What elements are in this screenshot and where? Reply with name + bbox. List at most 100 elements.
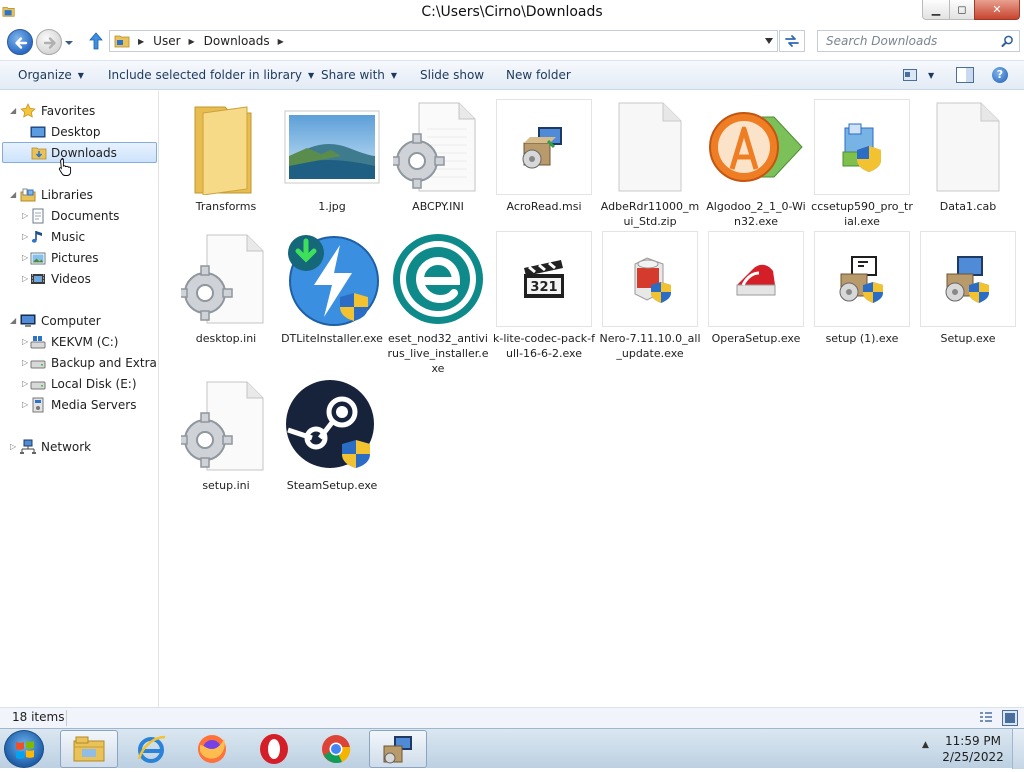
file-item[interactable]: Setup.exe: [916, 227, 1020, 367]
collapse-arrow-icon[interactable]: ◢: [10, 106, 16, 115]
organize-menu[interactable]: Organize ▼: [18, 68, 84, 82]
file-item[interactable]: Nero-7.11.10.0_all_update.exe: [598, 227, 702, 367]
taskbar-opera[interactable]: [245, 730, 303, 768]
navigation-pane: ◢ Favorites Desktop Downloads ◢ Librarie…: [0, 91, 159, 707]
breadcrumb-separator-icon[interactable]: ▶: [189, 37, 195, 46]
sidebar-item-documents[interactable]: ▷ Documents: [0, 205, 158, 226]
file-item[interactable]: OperaSetup.exe: [704, 227, 808, 367]
clock[interactable]: 11:59 PM 2/25/2022: [940, 733, 1006, 765]
help-button[interactable]: ?: [992, 67, 1008, 83]
sidebar-item-local-disk-e[interactable]: ▷ Local Disk (E:): [0, 373, 158, 394]
slide-show-button[interactable]: Slide show: [420, 68, 484, 82]
expand-arrow-icon[interactable]: ▷: [22, 232, 28, 241]
minimize-button[interactable]: ▁: [922, 0, 950, 20]
sidebar-item-videos[interactable]: ▷ Videos: [0, 268, 158, 289]
sidebar-item-label: Backup and Extra Sto: [51, 355, 158, 370]
maximize-button[interactable]: ◻: [949, 0, 975, 20]
include-in-library-menu[interactable]: Include selected folder in library ▼: [108, 68, 314, 82]
expand-arrow-icon[interactable]: ▷: [22, 253, 28, 262]
change-view-icon[interactable]: [903, 69, 917, 81]
expand-arrow-icon[interactable]: ▷: [22, 274, 28, 283]
file-item[interactable]: ccsetup590_pro_trial.exe: [810, 95, 914, 235]
sidebar-item-media-servers[interactable]: ▷ Media Servers: [0, 394, 158, 415]
file-item[interactable]: eset_nod32_antivirus_live_installer.exe: [386, 227, 490, 375]
file-item[interactable]: AcroRead.msi: [492, 95, 596, 235]
collapse-arrow-icon[interactable]: ◢: [10, 316, 16, 325]
recent-pages-dropdown-icon[interactable]: [64, 38, 74, 48]
forward-button[interactable]: [36, 29, 62, 55]
sidebar-network[interactable]: ▷ Network: [0, 436, 158, 457]
taskbar-internet-explorer[interactable]: [122, 730, 180, 768]
file-item[interactable]: Data1.cab: [916, 95, 1020, 235]
klite-clapper-icon: 321: [496, 231, 592, 327]
minimize-icon: ▁: [931, 3, 941, 16]
file-item[interactable]: SteamSetup.exe: [280, 374, 384, 514]
sidebar-libraries[interactable]: ◢ Libraries: [0, 184, 158, 205]
preview-pane-icon[interactable]: [956, 67, 974, 83]
address-dropdown-icon[interactable]: [765, 38, 773, 44]
sidebar-item-pictures[interactable]: ▷ Pictures: [0, 247, 158, 268]
sidebar-computer[interactable]: ◢ Computer: [0, 310, 158, 331]
refresh-icon: [785, 35, 799, 47]
config-file-icon: [178, 231, 274, 327]
file-item[interactable]: desktop.ini: [174, 227, 278, 367]
breadcrumb-separator-icon[interactable]: ▶: [138, 37, 144, 46]
start-button[interactable]: [4, 730, 44, 768]
back-button[interactable]: [7, 29, 33, 55]
expand-arrow-icon[interactable]: ▷: [22, 358, 28, 367]
details-view-icon[interactable]: [979, 711, 993, 725]
computer-icon: [20, 314, 36, 327]
sidebar-item-downloads[interactable]: Downloads: [2, 142, 157, 163]
sidebar-item-desktop[interactable]: Desktop: [0, 121, 158, 142]
taskbar-firefox[interactable]: [183, 730, 241, 768]
search-input[interactable]: Search Downloads: [817, 30, 1020, 52]
expand-arrow-icon[interactable]: ▷: [22, 400, 28, 409]
maximize-icon: ◻: [957, 3, 967, 16]
share-with-label: Share with: [321, 68, 385, 82]
file-item[interactable]: 1.jpg: [280, 95, 384, 235]
title-bar[interactable]: C:\Users\Cirno\Downloads ▁ ◻ ✕: [0, 0, 1024, 26]
file-item[interactable]: setup (1).exe: [810, 227, 914, 367]
breadcrumb-downloads[interactable]: Downloads: [204, 34, 270, 48]
up-folder-icon[interactable]: [88, 32, 104, 50]
new-folder-button[interactable]: New folder: [506, 68, 571, 82]
refresh-button[interactable]: [779, 30, 805, 52]
large-icons-view-icon[interactable]: [1002, 710, 1018, 726]
show-hidden-icons-button[interactable]: ▲: [922, 740, 929, 750]
include-in-library-label: Include selected folder in library: [108, 68, 302, 82]
share-with-menu[interactable]: Share with ▼: [321, 68, 397, 82]
file-item[interactable]: Transforms: [174, 95, 278, 235]
expand-arrow-icon[interactable]: ▷: [10, 442, 16, 451]
collapse-arrow-icon[interactable]: ◢: [10, 190, 16, 199]
expand-arrow-icon[interactable]: ▷: [22, 379, 28, 388]
sidebar-item-backup-drive[interactable]: ▷ Backup and Extra Sto: [0, 352, 158, 373]
file-item[interactable]: 321 k-lite-codec-pack-full-16-6-2.exe: [492, 227, 596, 367]
file-item[interactable]: setup.ini: [174, 374, 278, 514]
sidebar-computer-label: Computer: [41, 313, 101, 328]
sidebar-favorites[interactable]: ◢ Favorites: [0, 100, 158, 121]
expand-arrow-icon[interactable]: ▷: [22, 211, 28, 220]
file-name: ABCPY.INI: [412, 200, 464, 213]
file-name: ccsetup590_pro_trial.exe: [811, 200, 913, 228]
window-title: C:\Users\Cirno\Downloads: [421, 4, 603, 20]
taskbar-setup[interactable]: [369, 730, 427, 768]
file-item[interactable]: Algodoo_2_1_0-Win32.exe: [704, 95, 808, 235]
taskbar-chrome[interactable]: [307, 730, 365, 768]
setup-monitor-icon: [920, 231, 1016, 327]
breadcrumb-separator-icon[interactable]: ▶: [278, 37, 284, 46]
view-options-dropdown-icon[interactable]: ▼: [928, 71, 934, 80]
breadcrumb-user[interactable]: User: [153, 34, 180, 48]
taskbar-explorer[interactable]: [60, 730, 118, 768]
expand-arrow-icon[interactable]: ▷: [22, 337, 28, 346]
sidebar-item-music[interactable]: ▷ Music: [0, 226, 158, 247]
sidebar-item-label: Documents: [51, 208, 120, 223]
file-item[interactable]: DTLiteInstaller.exe: [280, 227, 384, 367]
close-button[interactable]: ✕: [974, 0, 1020, 20]
opera-setup-icon: [708, 231, 804, 327]
file-item[interactable]: ABCPY.INI: [386, 95, 490, 235]
show-desktop-button[interactable]: [1012, 729, 1024, 769]
file-list-area[interactable]: Transforms 1.jpg ABCPY.INI AcroRead.msi …: [160, 91, 1024, 707]
file-item[interactable]: AdbeRdr11000_mui_Std.zip: [598, 95, 702, 235]
address-bar[interactable]: ▶ User ▶ Downloads ▶: [109, 30, 778, 52]
sidebar-item-kekvm-c[interactable]: ▷ KEKVM (C:): [0, 331, 158, 352]
